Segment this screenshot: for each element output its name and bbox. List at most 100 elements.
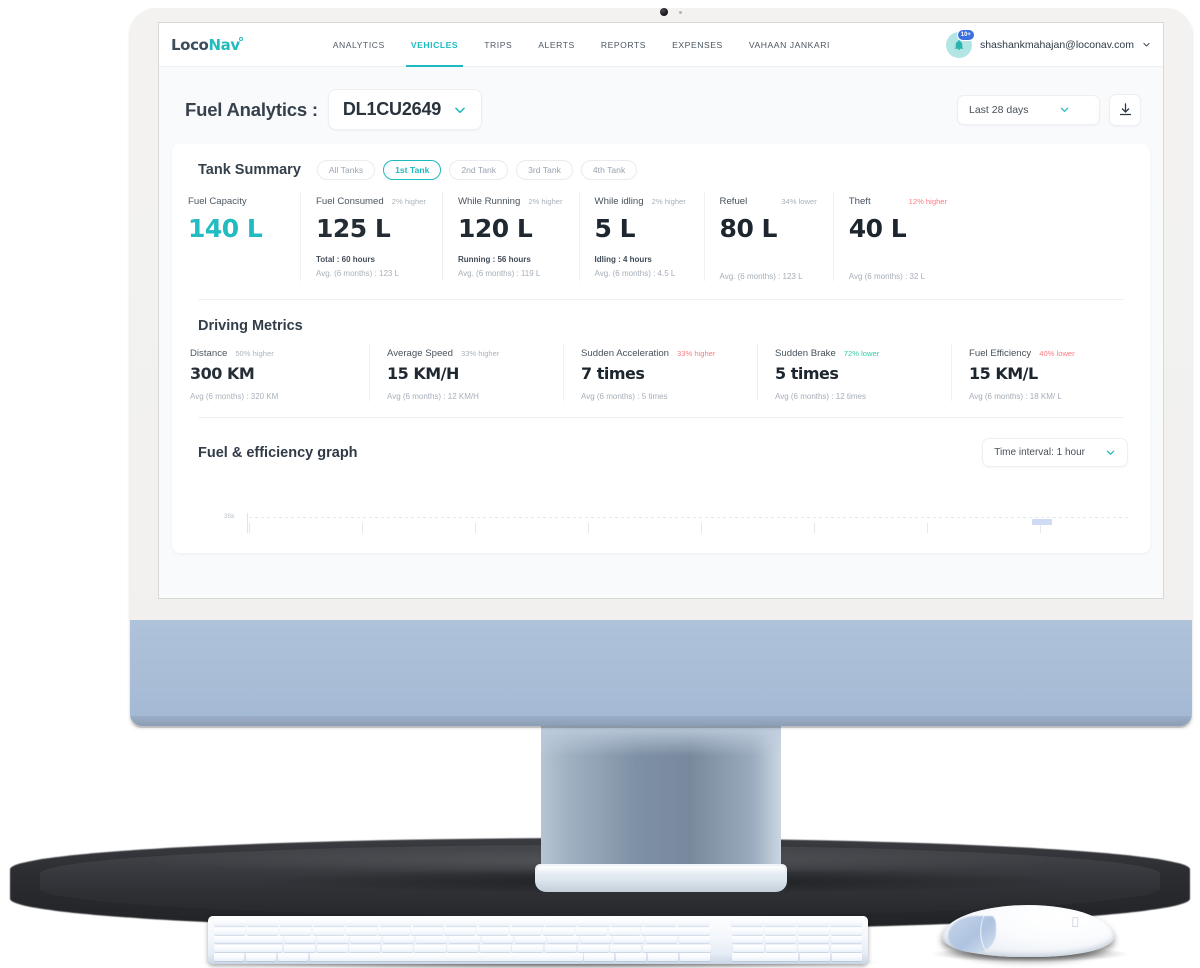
metric-subtext-average: Avg (6 months) : 32 L bbox=[848, 272, 926, 281]
chart-x-tick bbox=[475, 523, 476, 533]
monitor-stand-neck-highlight bbox=[541, 726, 781, 756]
chip-4th-tank[interactable]: 4th Tank bbox=[580, 160, 638, 180]
download-button[interactable] bbox=[1109, 93, 1141, 126]
driving-metrics-header: Driving Metrics bbox=[172, 300, 1150, 334]
chevron-down-icon bbox=[1106, 450, 1115, 455]
metric-label: Sudden Brake bbox=[775, 348, 836, 359]
metric-label: While Running bbox=[457, 196, 521, 207]
metric-label: Distance bbox=[190, 348, 228, 359]
chevron-down-icon bbox=[1060, 107, 1068, 112]
chart-x-tick bbox=[249, 523, 250, 533]
metric-refuel: Refuel 34% lower 80 L Avg. (6 months) : … bbox=[703, 192, 833, 281]
metric-label: Sudden Acceleration bbox=[581, 348, 670, 359]
metric-label: Fuel Consumed bbox=[316, 196, 384, 207]
tank-summary-metrics: Fuel Capacity 140 L Fuel Consumed 2% hig… bbox=[172, 180, 1150, 299]
chip-3rd-tank[interactable]: 3rd Tank bbox=[516, 160, 573, 180]
chart-x-tick bbox=[588, 523, 589, 533]
chart-y-axis bbox=[247, 513, 248, 533]
nav-link-expenses[interactable]: EXPENSES bbox=[659, 23, 736, 67]
metric-distance: Distance 50% higher 300 KM Avg (6 months… bbox=[172, 348, 369, 401]
fuel-efficiency-chart[interactable]: 35k bbox=[192, 491, 1130, 553]
notifications-button[interactable]: 10+ bbox=[945, 28, 975, 58]
metric-subtext-average: Avg (6 months) : 12 KM/H bbox=[387, 392, 479, 401]
metric-fuel-consumed: Fuel Consumed 2% higher 125 L Total : 60… bbox=[300, 192, 442, 281]
metric-subtext-average: Avg. (6 months) : 119 L bbox=[457, 269, 541, 278]
desk-scene: LocoNav ANALYTICS VEHICLES TRIPS ALERTS … bbox=[0, 0, 1200, 968]
metric-subtext-average: Avg (6 months) : 18 KM/ L bbox=[969, 392, 1062, 401]
screen: LocoNav ANALYTICS VEHICLES TRIPS ALERTS … bbox=[159, 23, 1163, 598]
metric-subtext-primary: Total : 60 hours bbox=[316, 255, 375, 264]
metric-subtext-average: Avg (6 months) : 5 times bbox=[581, 392, 668, 401]
nav-link-trips[interactable]: TRIPS bbox=[471, 23, 525, 67]
metric-fuel-efficiency: Fuel Efficiency 40% lower 15 KM/L Avg (6… bbox=[951, 344, 1131, 401]
graph-header: Fuel & efficiency graph Time interval: 1… bbox=[172, 418, 1150, 467]
monitor-stand-foot-highlight bbox=[537, 866, 785, 874]
navbar-right: 10+ shashankmahajan@loconav.com bbox=[945, 28, 1151, 58]
loconav-logo[interactable]: LocoNav bbox=[171, 36, 243, 54]
metric-delta: 72% lower bbox=[843, 349, 880, 358]
time-interval-value: Time interval: 1 hour bbox=[994, 447, 1085, 458]
metric-subtext-average: Avg. (6 months) : 123 L bbox=[316, 269, 400, 278]
metric-delta: 40% lower bbox=[1039, 349, 1075, 358]
chart-bar bbox=[1032, 519, 1052, 525]
tank-summary-header: Tank Summary All Tanks 1st Tank 2nd Tank… bbox=[172, 144, 1150, 180]
keyboard-row bbox=[214, 919, 862, 927]
nav-link-reports[interactable]: REPORTS bbox=[588, 23, 659, 67]
metric-sudden-acceleration: Sudden Acceleration 33% higher 7 times A… bbox=[563, 344, 757, 401]
time-interval-select[interactable]: Time interval: 1 hour bbox=[982, 438, 1128, 467]
user-email-label[interactable]: shashankmahajan@loconav.com bbox=[980, 39, 1134, 51]
metric-subtext-average: Avg. (6 months) : 123 L bbox=[719, 272, 803, 281]
date-range-select[interactable]: Last 28 days bbox=[957, 94, 1100, 125]
metric-value: 80 L bbox=[719, 214, 778, 243]
monitor-chin bbox=[130, 620, 1192, 726]
chart-x-tick bbox=[927, 523, 928, 533]
monitor-chin-edge bbox=[130, 716, 1192, 728]
metric-value: 5 L bbox=[594, 214, 636, 243]
chart-x-tick bbox=[362, 523, 363, 533]
tank-summary-title: Tank Summary bbox=[198, 162, 301, 178]
chip-2nd-tank[interactable]: 2nd Tank bbox=[449, 160, 509, 180]
metric-subtext-primary: Running : 56 hours bbox=[457, 255, 531, 264]
date-range-value: Last 28 days bbox=[969, 103, 1029, 116]
webcam-led-icon bbox=[679, 11, 682, 14]
metric-theft: Theft 12% higher 40 L Avg (6 months) : 3… bbox=[832, 192, 963, 281]
chip-1st-tank[interactable]: 1st Tank bbox=[383, 160, 442, 180]
page-content: Fuel Analytics : DL1CU2649 Last 28 days bbox=[159, 67, 1163, 553]
metric-while-running: While Running 2% higher 120 L Running : … bbox=[441, 192, 579, 281]
nav-link-vehicles[interactable]: VEHICLES bbox=[398, 23, 471, 67]
page-title: Fuel Analytics : bbox=[185, 98, 318, 120]
vehicle-select[interactable]: DL1CU2649 bbox=[327, 89, 483, 130]
metric-delta: 34% lower bbox=[781, 197, 817, 206]
driving-metrics-title: Driving Metrics bbox=[198, 318, 303, 334]
metric-label: Theft bbox=[848, 196, 871, 207]
chip-all-tanks[interactable]: All Tanks bbox=[316, 160, 376, 180]
metric-value: 140 L bbox=[188, 214, 263, 243]
keyboard[interactable] bbox=[208, 916, 868, 964]
metric-value: 125 L bbox=[316, 214, 391, 243]
webcam-icon bbox=[660, 8, 668, 16]
metric-sudden-brake: Sudden Brake 72% lower 5 times Avg (6 mo… bbox=[757, 344, 951, 401]
metric-subtext-average: Avg. (6 months) : 4.5 L bbox=[594, 269, 676, 278]
page-header: Fuel Analytics : DL1CU2649 Last 28 days bbox=[159, 67, 1163, 130]
apple-logo-icon:  bbox=[1072, 915, 1079, 928]
metric-delta: 2% higher bbox=[651, 197, 686, 206]
chevron-down-icon bbox=[455, 106, 465, 113]
keyboard-row bbox=[214, 927, 863, 935]
metric-value: 15 KM/H bbox=[387, 364, 459, 383]
analytics-panel: Tank Summary All Tanks 1st Tank 2nd Tank… bbox=[172, 144, 1150, 553]
logo-dot-icon bbox=[238, 36, 243, 41]
app-navbar: LocoNav ANALYTICS VEHICLES TRIPS ALERTS … bbox=[159, 23, 1163, 67]
keyboard-keys bbox=[214, 919, 863, 961]
metric-value: 40 L bbox=[848, 214, 907, 243]
spacebar-key bbox=[309, 953, 583, 961]
nav-link-analytics[interactable]: ANALYTICS bbox=[320, 23, 398, 67]
chevron-down-icon[interactable] bbox=[1142, 40, 1151, 49]
metric-value: 120 L bbox=[457, 214, 533, 243]
nav-link-alerts[interactable]: ALERTS bbox=[525, 23, 588, 67]
nav-link-vahaan-jankari[interactable]: VAHAAN JANKARI bbox=[736, 23, 843, 67]
metric-label: Refuel bbox=[719, 196, 748, 207]
chart-x-tick bbox=[814, 523, 815, 533]
tank-filter-chips: All Tanks 1st Tank 2nd Tank 3rd Tank 4th… bbox=[316, 160, 638, 180]
metric-value: 5 times bbox=[775, 364, 839, 383]
chart-gridline bbox=[249, 517, 1130, 518]
